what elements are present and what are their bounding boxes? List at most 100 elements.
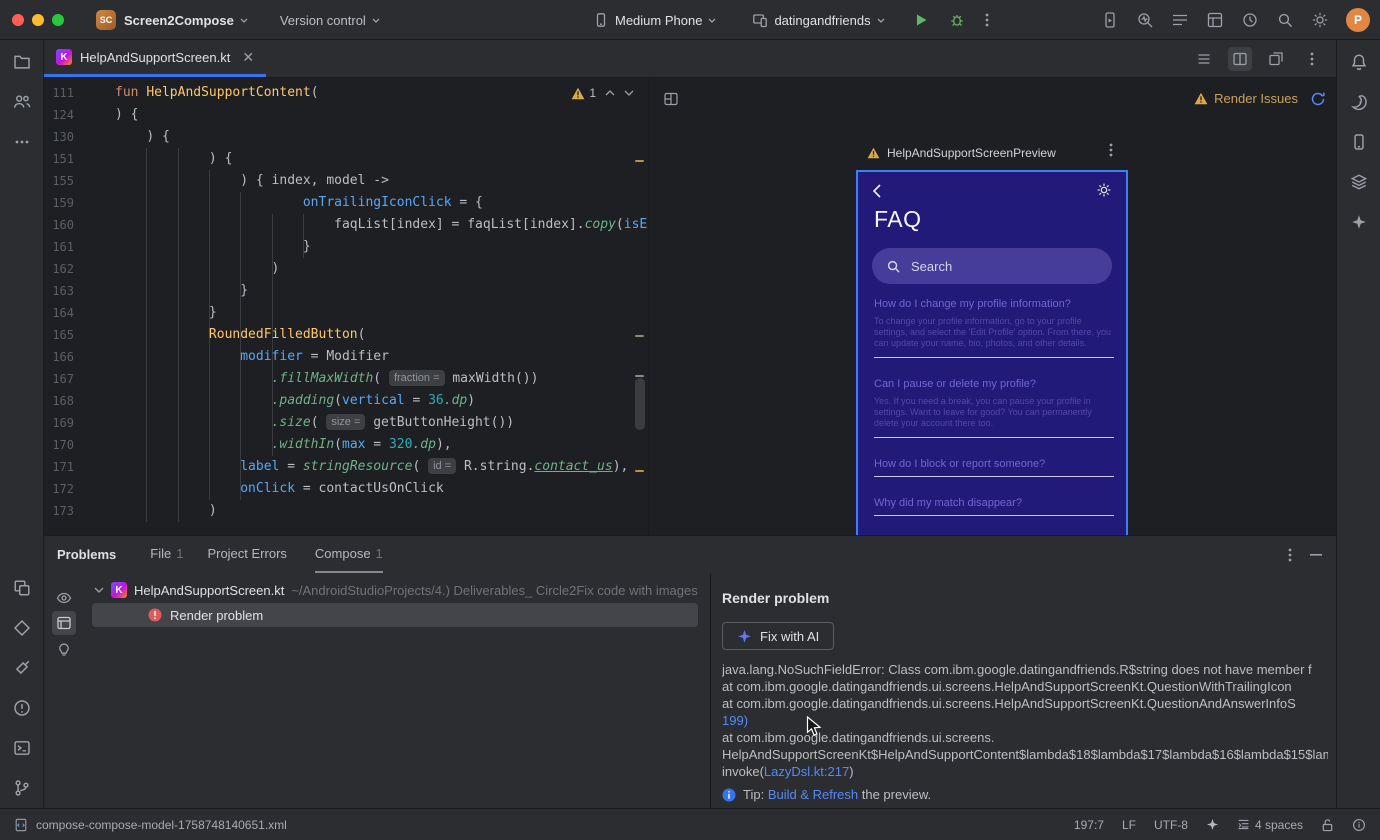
- tab-compose[interactable]: Compose 1: [314, 536, 383, 573]
- vcs-menu[interactable]: Version control: [272, 6, 388, 34]
- version-control-icon[interactable]: [10, 776, 34, 800]
- next-warning-icon[interactable]: [624, 90, 634, 96]
- gemini-spark-icon[interactable]: [1347, 210, 1371, 234]
- editor-more-icon[interactable]: [1300, 47, 1324, 71]
- chevron-down-icon: [708, 18, 716, 23]
- build-icon[interactable]: [10, 656, 34, 680]
- preview-layout-icon[interactable]: [663, 91, 679, 107]
- split-preview-icon[interactable]: [1228, 46, 1252, 71]
- stack-trace-link[interactable]: LazyDsl.kt:217: [764, 764, 849, 779]
- settings-gear-icon[interactable]: [1096, 182, 1112, 198]
- code-line: 160 faqList[index] = faqList[index].copy…: [44, 214, 648, 236]
- indent-setting[interactable]: 4 spaces: [1237, 818, 1303, 832]
- window-close-button[interactable]: [12, 14, 24, 26]
- line-number: 171: [52, 460, 74, 474]
- preview-name: HelpAndSupportScreenPreview: [887, 146, 1056, 160]
- right-tool-strip: [1336, 40, 1380, 808]
- window-zoom-button[interactable]: [52, 14, 64, 26]
- code-line: 169 .size( size = getButtonHeight()): [44, 412, 648, 434]
- app-inspection-icon[interactable]: [1206, 11, 1224, 29]
- fix-with-ai-button[interactable]: Fix with AI: [722, 622, 835, 650]
- run-configuration-selector[interactable]: datingandfriends: [744, 6, 892, 34]
- code-editor[interactable]: 111 fun HelpAndSupportContent(124) {130 )…: [44, 78, 648, 535]
- caret-position[interactable]: 197:7: [1074, 818, 1104, 832]
- details-view-icon[interactable]: [52, 611, 76, 635]
- faq-item[interactable]: Why did my match disappear?: [874, 497, 1114, 516]
- editor-list-icon[interactable]: [1192, 47, 1216, 71]
- editor-tab[interactable]: K HelpAndSupportScreen.kt ✕: [44, 40, 267, 77]
- faq-item[interactable]: How do I block or report someone?: [874, 458, 1114, 477]
- stripe-warning-mark[interactable]: [635, 470, 644, 472]
- ai-spark-icon[interactable]: [1206, 818, 1219, 831]
- float-window-icon[interactable]: [1264, 47, 1288, 71]
- preview-eye-icon[interactable]: [52, 586, 76, 610]
- faq-search-bar[interactable]: Search: [872, 248, 1112, 284]
- stack-trace-line: at com.ibm.google.datingandfriends.ui.sc…: [722, 696, 1296, 711]
- pull-requests-icon[interactable]: [10, 90, 34, 114]
- status-file[interactable]: compose-compose-model-1758748140651.xml: [14, 818, 287, 832]
- line-number: 168: [52, 394, 74, 408]
- inline-hint: fraction =: [388, 370, 445, 386]
- tab-project-errors[interactable]: Project Errors: [207, 536, 286, 573]
- build-refresh-link[interactable]: Build & Refresh: [768, 787, 858, 802]
- unlocked-padlock-icon[interactable]: [1321, 818, 1334, 832]
- inline-hint: id =: [428, 458, 457, 474]
- resource-manager-icon[interactable]: [1347, 170, 1371, 194]
- more-tool-windows-icon[interactable]: [10, 130, 34, 154]
- stripe-mark[interactable]: [635, 335, 644, 337]
- window-minimize-button[interactable]: [32, 14, 44, 26]
- code-line: 159 onTrailingIconClick = {: [44, 192, 648, 214]
- preview-device-frame[interactable]: FAQ Search How do I change my profile in…: [856, 170, 1128, 535]
- debug-button[interactable]: [949, 12, 965, 28]
- line-number: 172: [52, 482, 74, 496]
- user-avatar[interactable]: P: [1346, 8, 1370, 32]
- preview-title[interactable]: HelpAndSupportScreenPreview: [867, 146, 1056, 160]
- running-devices-icon[interactable]: [1101, 11, 1119, 29]
- device-manager-icon[interactable]: [1347, 130, 1371, 154]
- problems-tree-file-row[interactable]: K HelpAndSupportScreen.kt ~/AndroidStudi…: [94, 578, 714, 602]
- quickfix-bulb-icon[interactable]: [52, 637, 76, 661]
- code-line: 168 .padding(vertical = 36.dp): [44, 390, 648, 412]
- tab-file[interactable]: File 1: [150, 536, 183, 573]
- prev-warning-icon[interactable]: [605, 90, 615, 96]
- hide-panel-icon[interactable]: [1310, 553, 1322, 556]
- back-chevron-icon[interactable]: [872, 184, 881, 198]
- problems-tool-icon[interactable]: [10, 696, 34, 720]
- file-encoding[interactable]: UTF-8: [1154, 818, 1188, 832]
- project-icon: SC: [96, 10, 116, 30]
- status-info-icon[interactable]: [1352, 818, 1366, 832]
- line-ending[interactable]: LF: [1122, 818, 1136, 832]
- packages-icon[interactable]: [10, 616, 34, 640]
- device-explorer-icon[interactable]: [10, 576, 34, 600]
- notifications-bell-icon[interactable]: [1347, 50, 1371, 74]
- render-issues-button[interactable]: Render Issues: [1194, 91, 1298, 106]
- device-group-icon: [752, 12, 768, 28]
- chevron-down-icon[interactable]: [94, 587, 104, 593]
- stripe-mark[interactable]: [635, 375, 644, 377]
- sync-gradle-icon[interactable]: [1241, 11, 1259, 29]
- close-tab-icon[interactable]: ✕: [242, 49, 254, 66]
- search-everywhere-icon[interactable]: [1276, 11, 1294, 29]
- problems-tree-error-row[interactable]: Render problem: [92, 603, 698, 627]
- faq-item[interactable]: How do I change my profile information? T…: [874, 298, 1114, 358]
- preview-menu-icon[interactable]: [1109, 142, 1113, 158]
- panel-options-icon[interactable]: [1288, 547, 1292, 563]
- editor-scrollbar[interactable]: [635, 378, 645, 430]
- inspection-widget[interactable]: 1: [571, 86, 634, 100]
- stack-trace-link[interactable]: 199): [722, 713, 748, 728]
- faq-item[interactable]: Can I pause or delete my profile? Yes. If…: [874, 378, 1114, 438]
- logcat-icon[interactable]: [1171, 11, 1189, 29]
- project-selector[interactable]: Screen2Compose: [116, 6, 256, 34]
- profiler-icon[interactable]: [1136, 11, 1154, 29]
- terminal-icon[interactable]: [10, 736, 34, 760]
- stack-trace-line: invoke(LazyDsl.kt:217): [722, 764, 854, 779]
- project-folder-icon[interactable]: [10, 50, 34, 74]
- refresh-preview-icon[interactable]: [1310, 91, 1326, 107]
- run-button[interactable]: [913, 12, 929, 28]
- line-number: 162: [52, 262, 74, 276]
- settings-gear-icon[interactable]: [1311, 11, 1329, 29]
- more-actions-icon[interactable]: [985, 12, 989, 28]
- stripe-warning-mark[interactable]: [635, 160, 644, 162]
- gradle-icon[interactable]: [1347, 90, 1371, 114]
- device-selector[interactable]: Medium Phone: [585, 6, 724, 34]
